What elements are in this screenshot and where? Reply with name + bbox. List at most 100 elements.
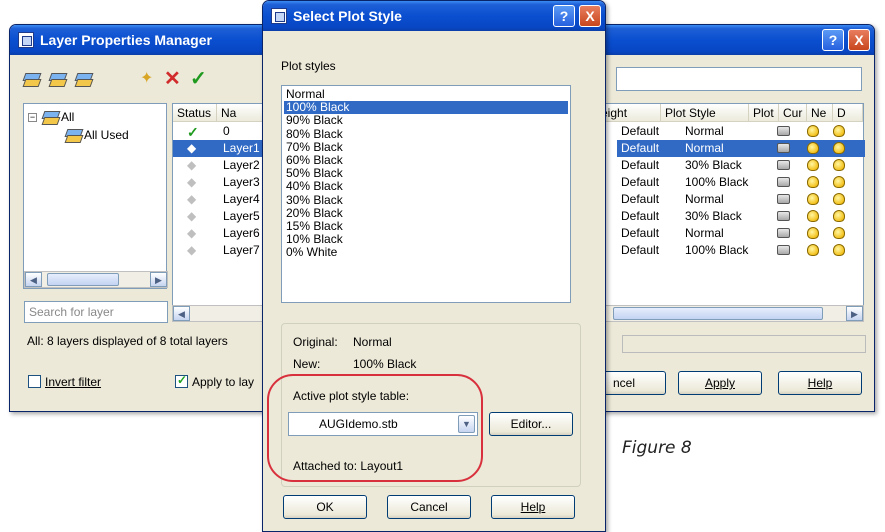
plot-style-cell[interactable]: Normal xyxy=(685,124,724,138)
col-lineweight[interactable]: eight xyxy=(597,104,661,121)
vp-freeze-icon[interactable] xyxy=(807,142,819,154)
table-row-right[interactable]: Default 30% Black xyxy=(617,157,865,174)
close-title-button[interactable]: X xyxy=(848,29,870,51)
vp-freeze-icon[interactable] xyxy=(807,227,819,239)
vp-freeze-icon[interactable] xyxy=(807,125,819,137)
new-vp-freeze-icon[interactable] xyxy=(833,159,845,171)
plot-style-cell[interactable]: Normal xyxy=(685,141,724,155)
new-vp-freeze-icon[interactable] xyxy=(833,176,845,188)
plot-style-item[interactable]: 10% Black xyxy=(284,233,568,246)
layer-states-manager-icon[interactable] xyxy=(74,70,94,88)
tree-item-all-used[interactable]: All Used xyxy=(64,126,129,144)
lineweight-cell[interactable]: Default xyxy=(621,192,659,206)
table-row-right[interactable]: Default 100% Black xyxy=(617,174,865,191)
plot-style-item[interactable]: 90% Black xyxy=(284,114,568,127)
plot-style-cell[interactable]: Normal xyxy=(685,192,724,206)
col-plot[interactable]: Plot xyxy=(749,104,779,121)
help-title-button[interactable]: ? xyxy=(822,29,844,51)
lineweight-cell[interactable]: Default xyxy=(621,124,659,138)
table-row-right[interactable]: Default 100% Black xyxy=(617,242,865,259)
col-current-vp-freeze[interactable]: Cur xyxy=(779,104,807,121)
col-new-vp-freeze[interactable]: Ne xyxy=(807,104,833,121)
plot-style-item[interactable]: 70% Black xyxy=(284,140,568,154)
scroll-left-icon[interactable]: ◀ xyxy=(25,272,42,287)
close-title-button[interactable]: X xyxy=(579,5,601,27)
new-property-filter-icon[interactable] xyxy=(22,70,42,88)
filter-tree[interactable]: − All All Used xyxy=(23,103,167,289)
printer-icon[interactable] xyxy=(777,143,790,153)
col-description[interactable]: D xyxy=(833,104,863,121)
scroll-thumb[interactable] xyxy=(47,273,119,286)
new-vp-freeze-icon[interactable] xyxy=(833,125,845,137)
vp-freeze-icon[interactable] xyxy=(807,159,819,171)
collapse-icon[interactable]: − xyxy=(28,112,37,122)
printer-icon[interactable] xyxy=(777,228,790,238)
table-row[interactable]: ◆ Layer1 xyxy=(173,140,273,157)
vp-freeze-icon[interactable] xyxy=(807,193,819,205)
cancel-button[interactable]: Cancel xyxy=(387,495,471,519)
printer-icon[interactable] xyxy=(777,160,790,170)
table-row-right[interactable]: Default Normal xyxy=(617,225,865,242)
new-vp-freeze-icon[interactable] xyxy=(833,193,845,205)
help-button[interactable]: Help xyxy=(778,371,862,395)
scroll-thumb[interactable] xyxy=(613,307,823,320)
printer-icon[interactable] xyxy=(777,194,790,204)
table-row-right[interactable]: Default Normal xyxy=(617,191,865,208)
scroll-left-icon[interactable]: ◀ xyxy=(173,306,190,321)
delete-layer-icon[interactable]: ✕ xyxy=(164,69,184,89)
scroll-right-icon[interactable]: ▶ xyxy=(846,306,863,321)
new-vp-freeze-icon[interactable] xyxy=(833,244,845,256)
lineweight-cell[interactable]: Default xyxy=(621,141,659,155)
plot-style-cell[interactable]: 30% Black xyxy=(685,209,742,223)
lineweight-cell[interactable]: Default xyxy=(621,243,659,257)
lineweight-cell[interactable]: Default xyxy=(621,175,659,189)
new-group-filter-icon[interactable] xyxy=(48,70,68,88)
printer-icon[interactable] xyxy=(777,211,790,221)
plot-style-cell[interactable]: 30% Black xyxy=(685,158,742,172)
vp-freeze-icon[interactable] xyxy=(807,176,819,188)
checkbox-box-checked[interactable] xyxy=(175,373,188,388)
scroll-right-icon[interactable]: ▶ xyxy=(150,272,167,287)
plot-style-item[interactable]: 50% Black xyxy=(284,167,568,180)
help-title-button[interactable]: ? xyxy=(553,5,575,27)
set-current-icon[interactable]: ✓ xyxy=(190,69,210,89)
search-layer-input[interactable]: Search for layer xyxy=(24,301,168,323)
plot-style-item[interactable]: 100% Black xyxy=(284,101,568,115)
invert-filter-checkbox[interactable]: Invert filter xyxy=(28,375,101,389)
lineweight-cell[interactable]: Default xyxy=(621,226,659,240)
plot-styles-list[interactable]: Normal 100% Black 90% Black 80% Black 70% Bl… xyxy=(281,85,571,303)
plot-style-cell[interactable]: Normal xyxy=(685,226,724,240)
col-plot-style[interactable]: Plot Style xyxy=(661,104,749,121)
table-row-right[interactable]: Default Normal xyxy=(617,123,865,140)
apply-to-toolbar-checkbox[interactable]: Apply to lay xyxy=(175,373,254,389)
vp-freeze-icon[interactable] xyxy=(807,244,819,256)
table-row-right[interactable]: Default Normal xyxy=(617,140,865,157)
editor-button[interactable]: Editor... xyxy=(489,412,573,436)
plot-style-item[interactable]: 15% Black xyxy=(284,220,568,233)
tree-horizontal-scrollbar[interactable]: ◀ ▶ xyxy=(24,271,168,288)
checkbox-box[interactable] xyxy=(28,375,41,388)
table-row-right[interactable]: Default 30% Black xyxy=(617,208,865,225)
plot-style-item[interactable]: Normal xyxy=(284,88,568,101)
help-button[interactable]: Help xyxy=(491,495,575,519)
plot-style-item[interactable]: 30% Black xyxy=(284,193,568,207)
col-status[interactable]: Status xyxy=(173,104,217,121)
new-vp-freeze-icon[interactable] xyxy=(833,227,845,239)
plot-style-cell[interactable]: 100% Black xyxy=(685,175,748,189)
apply-button[interactable]: Apply xyxy=(678,371,762,395)
new-vp-freeze-icon[interactable] xyxy=(833,210,845,222)
lineweight-cell[interactable]: Default xyxy=(621,158,659,172)
new-layer-icon[interactable] xyxy=(138,68,158,88)
sps-titlebar[interactable]: Select Plot Style ? X xyxy=(263,1,605,31)
plot-style-cell[interactable]: 100% Black xyxy=(685,243,748,257)
printer-icon[interactable] xyxy=(777,177,790,187)
lineweight-cell[interactable]: Default xyxy=(621,209,659,223)
tree-item-all[interactable]: − All xyxy=(28,108,74,126)
plot-style-item[interactable]: 80% Black xyxy=(284,127,568,141)
plot-style-item[interactable]: 60% Black xyxy=(284,154,568,167)
plot-style-item[interactable]: 40% Black xyxy=(284,180,568,193)
plot-style-item[interactable]: 20% Black xyxy=(284,206,568,220)
plot-style-item[interactable]: 0% White xyxy=(284,246,568,259)
ok-button[interactable]: OK xyxy=(283,495,367,519)
vp-freeze-icon[interactable] xyxy=(807,210,819,222)
